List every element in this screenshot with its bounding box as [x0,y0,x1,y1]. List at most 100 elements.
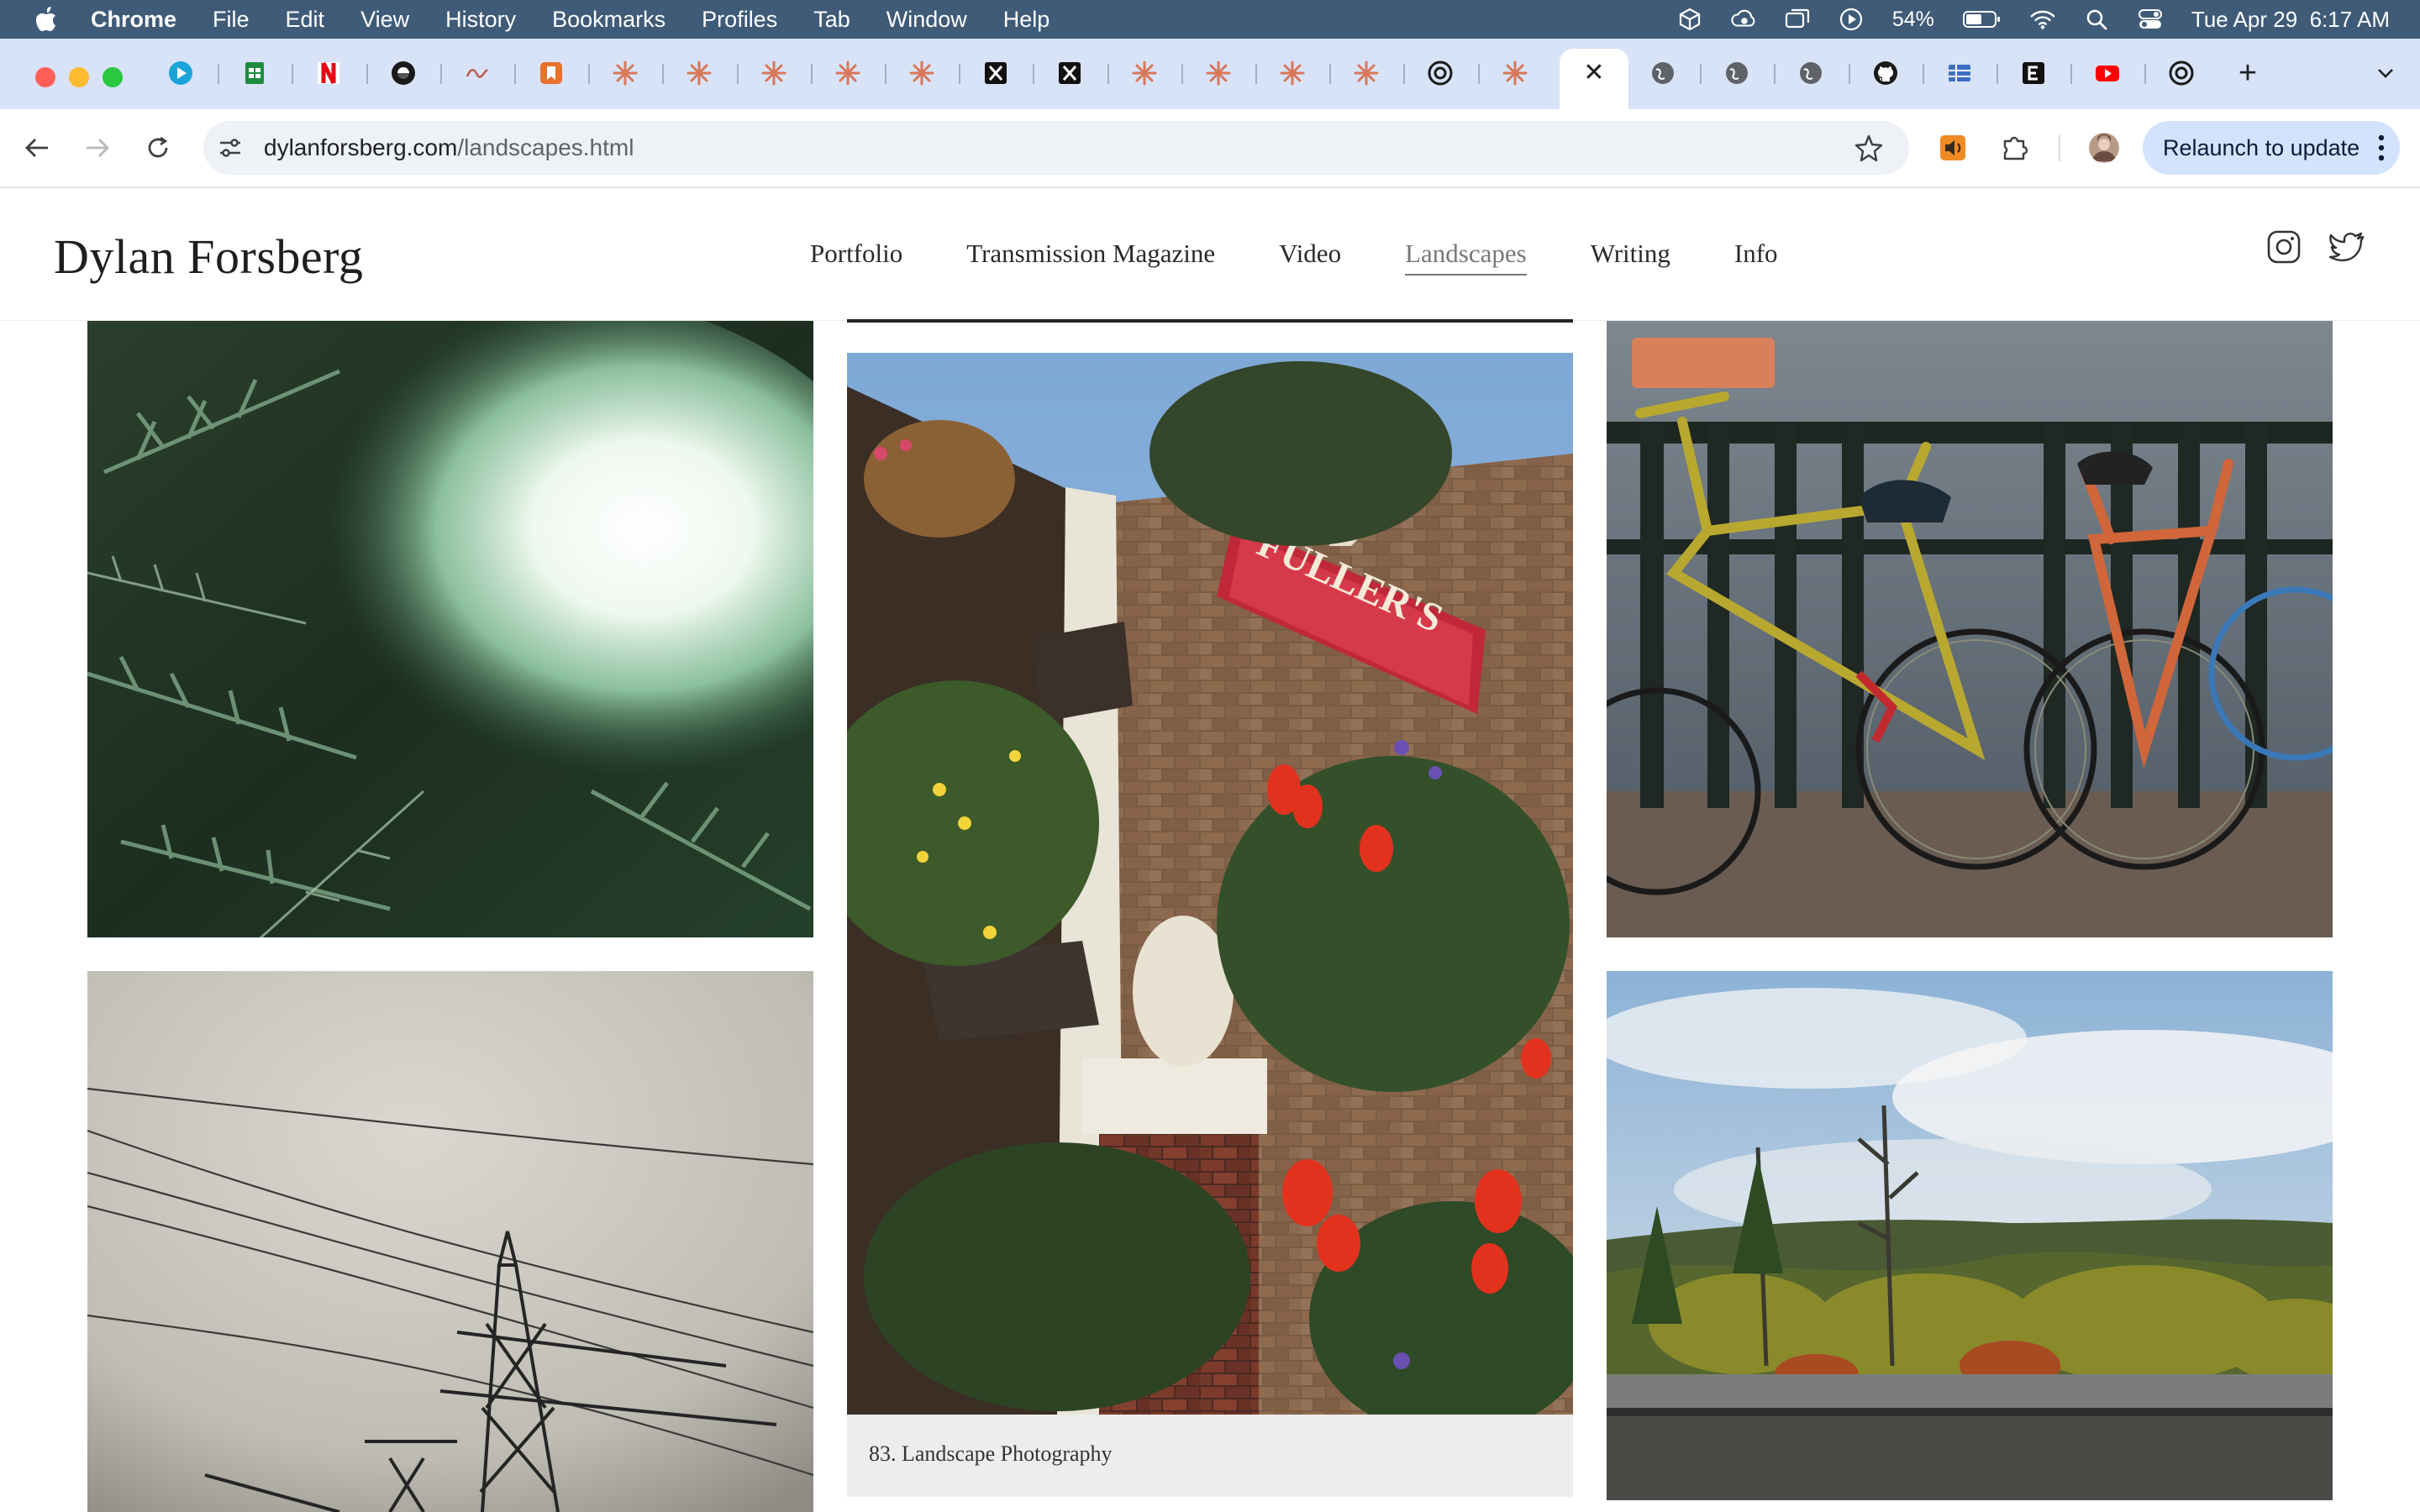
tab-favicon-claude-icon[interactable] [834,59,862,87]
menu-profiles[interactable]: Profiles [702,7,777,33]
nav-transmission-magazine[interactable]: Transmission Magazine [966,239,1215,276]
tab-separator [2144,64,2146,84]
audio-extension-icon[interactable] [1938,133,1968,163]
tab-favicon-x-icon[interactable] [1055,59,1084,87]
tab-favicon-globe-icon[interactable] [1649,59,1677,87]
reload-icon[interactable] [141,131,175,165]
tab-favicon-x-icon[interactable] [981,59,1010,87]
tab-separator [440,64,442,84]
tab-favicon-globe-icon[interactable] [1797,59,1825,87]
photo-fullers-pub-flowers[interactable]: FULLER'S [847,353,1573,1415]
nav-landscapes[interactable]: Landscapes [1405,239,1527,276]
tab-favicon-e-icon[interactable] [2019,59,2048,87]
clock-datetime[interactable]: Tue Apr 29 6:17 AM [2191,7,2390,33]
tab-favicon-github-icon[interactable] [1871,59,1900,87]
cloud-sync-icon[interactable] [1731,7,1756,32]
tab-separator [1923,64,1924,84]
bookmark-star-icon[interactable] [1854,133,1884,163]
window-minimize-button[interactable] [69,67,89,87]
photo-power-pylon-sky[interactable] [87,971,813,1512]
tab-favicon-openai-icon[interactable] [2167,59,2196,87]
tab-favicon-wave-icon[interactable] [463,59,492,87]
tab-search-chevron-icon[interactable] [2371,59,2400,87]
menu-edit[interactable]: Edit [286,7,325,33]
nav-video[interactable]: Video [1279,239,1341,276]
tab-separator [737,64,739,84]
menu-tab[interactable]: Tab [813,7,850,33]
tab-favicon-openai-icon[interactable] [1426,59,1455,87]
site-settings-icon[interactable] [215,133,245,163]
photo-forest-light-leak[interactable] [87,321,813,937]
tab-separator [2070,64,2072,84]
menu-help[interactable]: Help [1003,7,1050,33]
tab-separator [366,64,368,84]
tab-favicon-claude-icon[interactable] [1130,59,1159,87]
profile-avatar[interactable] [2089,133,2119,163]
battery-percent: 54% [1891,7,1934,31]
window-zoom-button[interactable] [103,67,123,87]
tab-favicon-sheets-icon[interactable] [240,59,269,87]
tab-favicon-claude-icon[interactable] [1278,59,1307,87]
wifi-icon[interactable] [2030,7,2055,32]
instagram-icon[interactable] [2265,228,2302,265]
url-path: /landscapes.html [457,134,634,160]
tab-favicon-claude-icon[interactable] [908,59,936,87]
tab-favicon-globe-icon[interactable] [1723,59,1751,87]
menu-history[interactable]: History [445,7,516,33]
nav-portfolio[interactable]: Portfolio [810,239,902,276]
tab-favicon-bitwarden-icon[interactable] [389,59,418,87]
tab-separator [292,64,293,84]
tab-separator [1700,64,1702,84]
tab-separator [1774,64,1776,84]
toolbar-divider [2059,134,2060,161]
tab-separator [1255,64,1257,84]
tab-separator [218,64,219,84]
nav-info[interactable]: Info [1734,239,1778,276]
relaunch-to-update-button[interactable]: Relaunch to update [2143,121,2400,175]
tab-separator [1033,64,1034,84]
tab-favicon-play-icon[interactable] [166,59,195,87]
nav-writing[interactable]: Writing [1591,239,1670,276]
window-close-button[interactable] [35,67,55,87]
battery-icon[interactable] [1962,7,2002,32]
more-menu-icon[interactable] [2378,134,2385,161]
tab-favicon-bookmark-icon[interactable] [537,59,566,87]
new-tab-button[interactable]: + [2233,55,2262,91]
tab-favicon-youtube-icon[interactable] [2093,59,2122,87]
twitter-icon[interactable] [2328,228,2365,265]
menu-file[interactable]: File [213,7,250,33]
extensions-puzzle-icon[interactable] [2000,133,2030,163]
tab-favicon-claude-icon[interactable] [611,59,639,87]
tab-favicon-grid-icon[interactable] [1945,59,1974,87]
tab-favicon-claude-icon[interactable] [1501,59,1529,87]
menu-app-chrome[interactable]: Chrome [91,7,176,33]
play-circle-icon[interactable] [1839,7,1864,32]
photo-bicycles-by-canal[interactable] [1607,321,2333,937]
tab-favicon-netflix-icon[interactable] [314,59,343,87]
site-nav: Portfolio Transmission Magazine Video La… [810,239,1778,276]
search-icon[interactable] [2084,7,2109,32]
control-center-icon[interactable] [2138,7,2163,32]
menu-bookmarks[interactable]: Bookmarks [552,7,666,33]
back-icon[interactable] [20,131,54,165]
menu-view[interactable]: View [360,7,409,33]
photo-lake-treeline[interactable] [1607,971,2333,1500]
photo-top-strip [847,319,1573,323]
tab-separator [885,64,886,84]
tab-separator [514,64,516,84]
tab-separator [1181,64,1183,84]
box-icon[interactable] [1677,7,1702,32]
site-title[interactable]: Dylan Forsberg [54,228,363,285]
relaunch-label: Relaunch to update [2163,134,2360,160]
tab-favicon-claude-icon[interactable] [760,59,788,87]
forward-icon[interactable] [81,131,114,165]
url-domain: dylanforsberg.com [264,134,458,160]
url-text[interactable]: dylanforsberg.com/landscapes.html [264,133,634,163]
tab-favicon-claude-icon[interactable] [1204,59,1233,87]
close-tab-icon[interactable]: ✕ [1580,59,1608,87]
tab-favicon-claude-icon[interactable] [1352,59,1381,87]
menu-window[interactable]: Window [886,7,967,33]
tab-favicon-claude-icon[interactable] [685,59,713,87]
window-stack-icon[interactable] [1785,7,1810,32]
apple-icon[interactable] [35,7,57,32]
